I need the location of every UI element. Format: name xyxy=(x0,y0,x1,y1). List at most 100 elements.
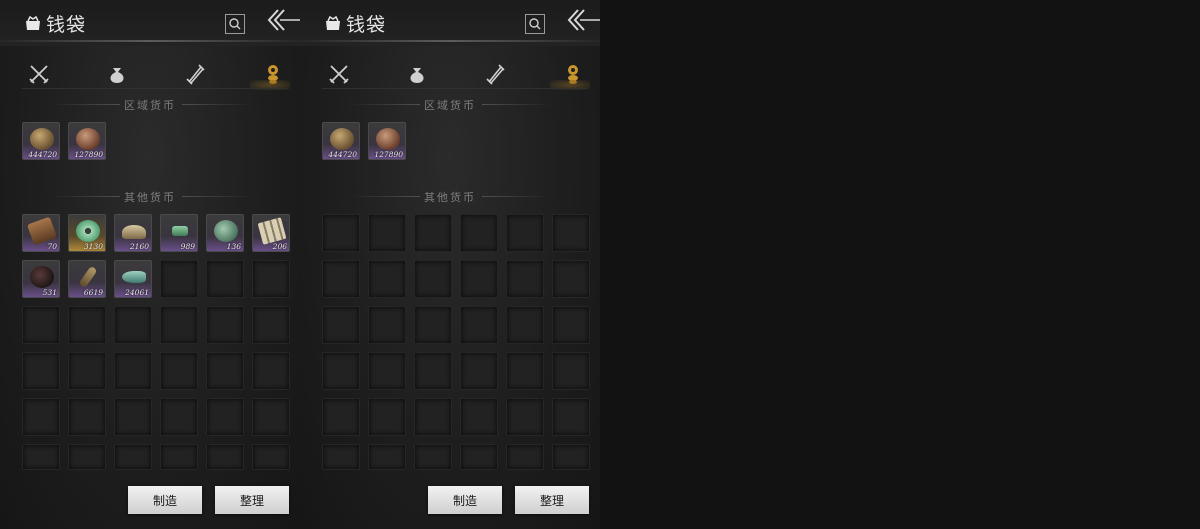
wallet-icon xyxy=(326,15,340,30)
sort-button[interactable]: 整理 xyxy=(515,486,589,514)
empty-slot xyxy=(68,352,106,390)
search-button[interactable] xyxy=(225,14,245,34)
currency-slot[interactable]: 3130 xyxy=(68,214,106,252)
back-arrow-icon xyxy=(267,9,300,31)
empty-slot xyxy=(252,260,290,298)
empty-slot xyxy=(552,444,590,470)
sort-button[interactable]: 整理 xyxy=(215,486,289,514)
currency-slot[interactable]: 127890 xyxy=(68,122,106,160)
currency-slot[interactable]: 444720 xyxy=(22,122,60,160)
empty-slot xyxy=(252,444,290,470)
tab-items[interactable] xyxy=(406,63,428,85)
item-count: 136 xyxy=(226,242,241,251)
item-count: 70 xyxy=(47,242,57,251)
empty-slot xyxy=(552,260,590,298)
empty-slot xyxy=(552,306,590,344)
currency-slot[interactable]: 989 xyxy=(160,214,198,252)
empty-slot xyxy=(414,306,452,344)
jade-disc-icon xyxy=(76,220,100,242)
item-count: 6619 xyxy=(83,288,103,297)
tab-equipment[interactable] xyxy=(328,63,350,85)
coin-stack-icon xyxy=(268,65,278,84)
empty-slot xyxy=(22,444,60,470)
empty-slot xyxy=(206,352,244,390)
empty-slot xyxy=(22,306,60,344)
tab-currency[interactable] xyxy=(562,63,584,85)
tab-scrolls[interactable] xyxy=(184,63,206,85)
jade-stone-icon xyxy=(214,220,238,242)
empty-slot xyxy=(114,306,152,344)
empty-slot xyxy=(206,260,244,298)
currency-slot[interactable]: 2160 xyxy=(114,214,152,252)
pouch-icon xyxy=(410,68,424,83)
page-title: 钱袋 xyxy=(46,14,87,36)
empty-slot xyxy=(506,444,544,470)
bamboo-slips-icon xyxy=(257,217,287,245)
tab-items[interactable] xyxy=(106,63,128,85)
currency-slot[interactable]: 136 xyxy=(206,214,244,252)
tab-currency[interactable] xyxy=(262,63,284,85)
currency-slot[interactable]: 24061 xyxy=(114,260,152,298)
empty-slot xyxy=(368,352,406,390)
item-count: 206 xyxy=(272,242,287,251)
section-title-other: 其他货币 xyxy=(424,191,476,204)
empty-slot xyxy=(22,352,60,390)
empty-slot xyxy=(252,306,290,344)
empty-slot xyxy=(206,306,244,344)
craft-button[interactable]: 制造 xyxy=(128,486,202,514)
empty-slot xyxy=(68,398,106,436)
item-count: 127890 xyxy=(374,150,403,159)
empty-slot xyxy=(552,352,590,390)
search-icon xyxy=(229,18,241,30)
wallet-panel-left: 钱袋 区域货币 444720 127890 其他货币 70 3130 2160 … xyxy=(0,0,300,529)
scroll-icon xyxy=(486,64,505,85)
empty-slot xyxy=(414,444,452,470)
empty-slot xyxy=(322,260,360,298)
currency-slot[interactable]: 531 xyxy=(22,260,60,298)
empty-slot xyxy=(506,398,544,436)
empty-slot xyxy=(252,352,290,390)
header-divider xyxy=(300,40,600,42)
tab-scrolls[interactable] xyxy=(484,63,506,85)
currency-slot[interactable]: 444720 xyxy=(322,122,360,160)
currency-slot[interactable]: 6619 xyxy=(68,260,106,298)
crossed-swords-icon xyxy=(329,65,349,84)
silver-ingot-icon xyxy=(122,225,146,239)
tab-divider xyxy=(322,88,588,89)
currency-slot[interactable]: 206 xyxy=(252,214,290,252)
item-count: 444720 xyxy=(28,150,57,159)
page-title: 钱袋 xyxy=(346,14,387,36)
section-title-other: 其他货币 xyxy=(124,191,176,204)
empty-slot xyxy=(68,306,106,344)
empty-slot xyxy=(460,444,498,470)
empty-slot xyxy=(368,306,406,344)
empty-slot xyxy=(160,444,198,470)
empty-slot xyxy=(506,352,544,390)
empty-slot xyxy=(460,306,498,344)
empty-slot xyxy=(322,398,360,436)
copper-coin-icon xyxy=(376,128,400,150)
empty-slot xyxy=(368,214,406,252)
currency-slot[interactable]: 70 xyxy=(22,214,60,252)
empty-slot xyxy=(206,398,244,436)
craft-button[interactable]: 制造 xyxy=(428,486,502,514)
empty-slot xyxy=(368,444,406,470)
back-button[interactable] xyxy=(566,8,600,32)
back-button[interactable] xyxy=(266,8,300,32)
dark-relic-icon xyxy=(30,266,54,288)
empty-slot xyxy=(414,352,452,390)
tab-equipment[interactable] xyxy=(28,63,50,85)
empty-slot xyxy=(552,214,590,252)
search-button[interactable] xyxy=(525,14,545,34)
empty-slot xyxy=(322,214,360,252)
empty-slot xyxy=(506,306,544,344)
empty-slot xyxy=(22,398,60,436)
empty-slot xyxy=(414,260,452,298)
coin-stack-icon xyxy=(568,65,578,84)
empty-slot xyxy=(68,444,106,470)
empty-slot xyxy=(252,398,290,436)
bronze-coin-icon xyxy=(330,128,354,150)
wallet-icon xyxy=(26,15,40,30)
pouch-icon xyxy=(110,68,124,83)
currency-slot[interactable]: 127890 xyxy=(368,122,406,160)
